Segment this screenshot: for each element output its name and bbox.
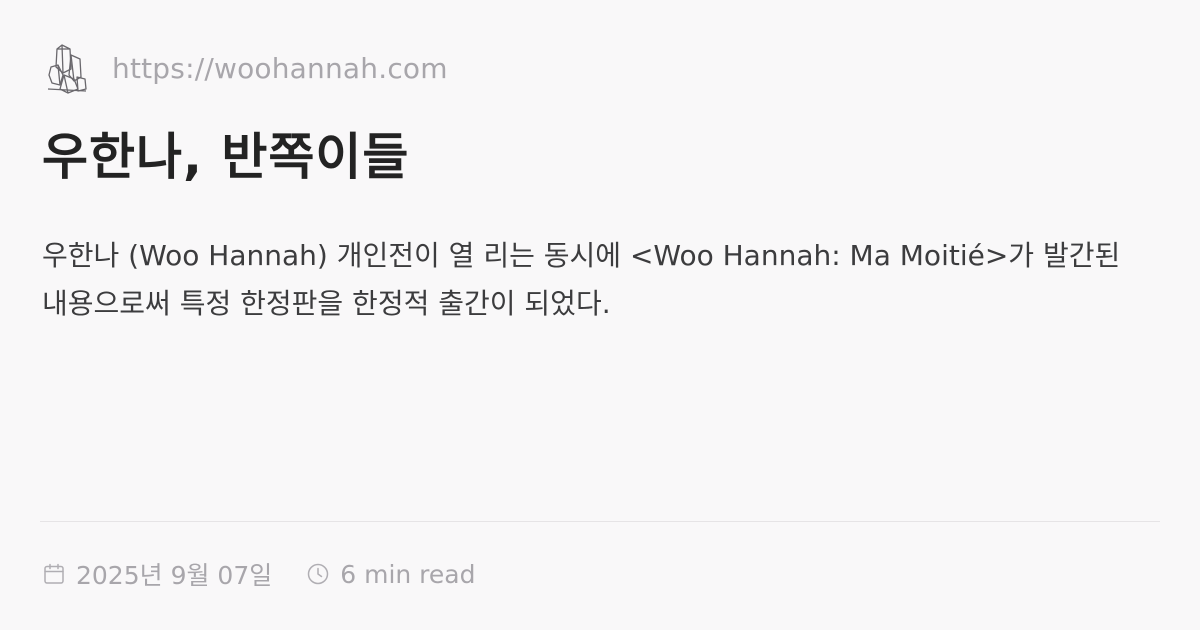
article-description: 우한나 (Woo Hannah) 개인전이 열 리는 동시에 <Woo Hann…	[42, 239, 1121, 320]
publish-date-text: 2025년 9월 07일	[76, 561, 273, 590]
site-header[interactable]: https://woohannah.com	[44, 40, 448, 98]
article-title: 우한나, 반쪽이들	[42, 128, 410, 186]
crystal-cluster-icon	[47, 44, 87, 94]
clock-icon	[307, 563, 329, 585]
article-meta: 2025년 9월 07일 6 min read	[42, 555, 475, 593]
read-time: 6 min read	[306, 560, 475, 589]
site-url[interactable]: https://woohannah.com	[112, 55, 448, 83]
calendar-icon	[44, 563, 64, 584]
read-time-text: 6 min read	[340, 559, 476, 589]
divider	[40, 521, 1160, 522]
preview-card: https://woohannah.com 우한나, 반쪽이들 우한나 (Woo…	[0, 0, 1200, 630]
publish-date: 2025년 9월 07일	[42, 556, 272, 592]
